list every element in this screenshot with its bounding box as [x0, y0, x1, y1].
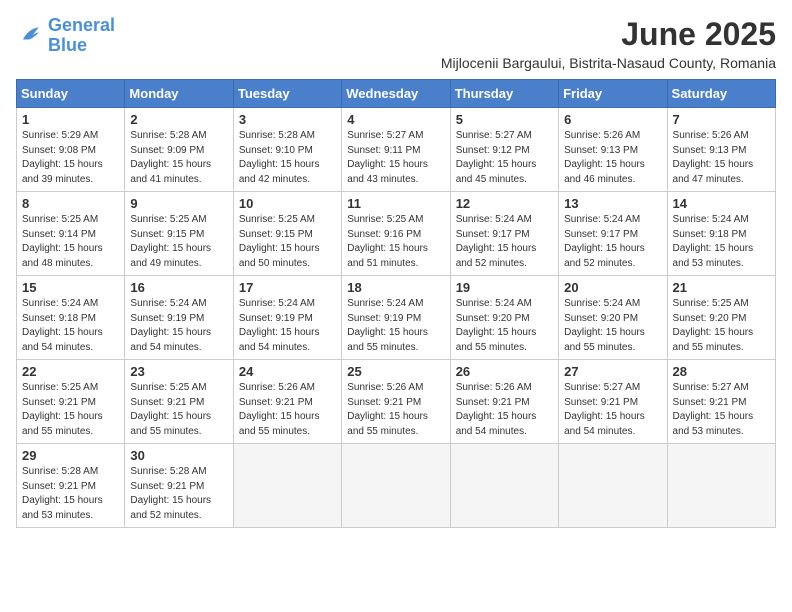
- header-tuesday: Tuesday: [233, 80, 341, 108]
- table-row: 29 Sunrise: 5:28 AMSunset: 9:21 PMDaylig…: [17, 444, 776, 528]
- header-wednesday: Wednesday: [342, 80, 450, 108]
- day-empty-2: [342, 444, 450, 528]
- table-row: 15 Sunrise: 5:24 AMSunset: 9:18 PMDaylig…: [17, 276, 776, 360]
- calendar-header-row: Sunday Monday Tuesday Wednesday Thursday…: [17, 80, 776, 108]
- day-jun24: 24 Sunrise: 5:26 AMSunset: 9:21 PMDaylig…: [233, 360, 341, 444]
- day-jun2: 2 Sunrise: 5:28 AMSunset: 9:09 PMDayligh…: [125, 108, 233, 192]
- day-jun27: 27 Sunrise: 5:27 AMSunset: 9:21 PMDaylig…: [559, 360, 667, 444]
- day-jun9: 9 Sunrise: 5:25 AMSunset: 9:15 PMDayligh…: [125, 192, 233, 276]
- day-jun5: 5 Sunrise: 5:27 AMSunset: 9:12 PMDayligh…: [450, 108, 558, 192]
- day-jun11: 11 Sunrise: 5:25 AMSunset: 9:16 PMDaylig…: [342, 192, 450, 276]
- day-jun13: 13 Sunrise: 5:24 AMSunset: 9:17 PMDaylig…: [559, 192, 667, 276]
- day-jun17: 17 Sunrise: 5:24 AMSunset: 9:19 PMDaylig…: [233, 276, 341, 360]
- day-jun6: 6 Sunrise: 5:26 AMSunset: 9:13 PMDayligh…: [559, 108, 667, 192]
- header-sunday: Sunday: [17, 80, 125, 108]
- day-jun26: 26 Sunrise: 5:26 AMSunset: 9:21 PMDaylig…: [450, 360, 558, 444]
- day-jun4: 4 Sunrise: 5:27 AMSunset: 9:11 PMDayligh…: [342, 108, 450, 192]
- day-empty-4: [559, 444, 667, 528]
- header-friday: Friday: [559, 80, 667, 108]
- day-jun14: 14 Sunrise: 5:24 AMSunset: 9:18 PMDaylig…: [667, 192, 775, 276]
- day-jun19: 19 Sunrise: 5:24 AMSunset: 9:20 PMDaylig…: [450, 276, 558, 360]
- day-jun10: 10 Sunrise: 5:25 AMSunset: 9:15 PMDaylig…: [233, 192, 341, 276]
- table-row: 8 Sunrise: 5:25 AMSunset: 9:14 PMDayligh…: [17, 192, 776, 276]
- day-jun22: 22 Sunrise: 5:25 AMSunset: 9:21 PMDaylig…: [17, 360, 125, 444]
- day-jun29: 29 Sunrise: 5:28 AMSunset: 9:21 PMDaylig…: [17, 444, 125, 528]
- day-jun23: 23 Sunrise: 5:25 AMSunset: 9:21 PMDaylig…: [125, 360, 233, 444]
- location-subtitle: Mijlocenii Bargaului, Bistrita-Nasaud Co…: [441, 55, 776, 71]
- day-jun25: 25 Sunrise: 5:26 AMSunset: 9:21 PMDaylig…: [342, 360, 450, 444]
- header-thursday: Thursday: [450, 80, 558, 108]
- table-row: 22 Sunrise: 5:25 AMSunset: 9:21 PMDaylig…: [17, 360, 776, 444]
- day-jun8: 8 Sunrise: 5:25 AMSunset: 9:14 PMDayligh…: [17, 192, 125, 276]
- day-jun20: 20 Sunrise: 5:24 AMSunset: 9:20 PMDaylig…: [559, 276, 667, 360]
- day-jun18: 18 Sunrise: 5:24 AMSunset: 9:19 PMDaylig…: [342, 276, 450, 360]
- day-jun16: 16 Sunrise: 5:24 AMSunset: 9:19 PMDaylig…: [125, 276, 233, 360]
- day-empty-3: [450, 444, 558, 528]
- day-jun28: 28 Sunrise: 5:27 AMSunset: 9:21 PMDaylig…: [667, 360, 775, 444]
- header-monday: Monday: [125, 80, 233, 108]
- title-block: June 2025 Mijlocenii Bargaului, Bistrita…: [441, 16, 776, 71]
- day-jun30: 30 Sunrise: 5:28 AMSunset: 9:21 PMDaylig…: [125, 444, 233, 528]
- day-jun21: 21 Sunrise: 5:25 AMSunset: 9:20 PMDaylig…: [667, 276, 775, 360]
- header-saturday: Saturday: [667, 80, 775, 108]
- day-jun1: 1 Sunrise: 5:29 AMSunset: 9:08 PMDayligh…: [17, 108, 125, 192]
- day-empty-5: [667, 444, 775, 528]
- page-title: June 2025: [441, 16, 776, 53]
- day-jun7: 7 Sunrise: 5:26 AMSunset: 9:13 PMDayligh…: [667, 108, 775, 192]
- day-jun12: 12 Sunrise: 5:24 AMSunset: 9:17 PMDaylig…: [450, 192, 558, 276]
- day-jun15: 15 Sunrise: 5:24 AMSunset: 9:18 PMDaylig…: [17, 276, 125, 360]
- day-jun3: 3 Sunrise: 5:28 AMSunset: 9:10 PMDayligh…: [233, 108, 341, 192]
- logo: General Blue: [16, 16, 115, 56]
- calendar-table: Sunday Monday Tuesday Wednesday Thursday…: [16, 79, 776, 528]
- logo-bird-icon: [16, 22, 44, 50]
- day-empty-1: [233, 444, 341, 528]
- logo-text: General Blue: [48, 16, 115, 56]
- table-row: 1 Sunrise: 5:29 AMSunset: 9:08 PMDayligh…: [17, 108, 776, 192]
